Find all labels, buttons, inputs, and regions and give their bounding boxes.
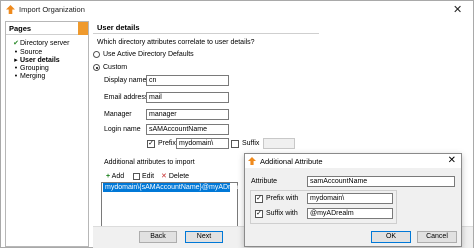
option-custom-label: Custom <box>103 64 128 71</box>
bullet-icon: • <box>14 49 18 56</box>
prefix-with-label: Prefix with <box>266 195 299 202</box>
dialog-title-bar: Additional Attribute ✕ <box>245 154 461 168</box>
pages-title: Pages <box>9 24 32 33</box>
window-title: Import Organization <box>19 5 85 14</box>
cancel-button[interactable]: Cancel <box>417 231 457 243</box>
arrow-icon: ▸ <box>14 57 18 64</box>
nav-label: Grouping <box>20 65 49 72</box>
manager-input[interactable]: manager <box>146 109 229 120</box>
suffix-input[interactable] <box>263 138 295 149</box>
prefix-with-checkbox[interactable]: ✓ <box>255 195 263 203</box>
radio-custom[interactable] <box>93 64 100 71</box>
check-icon: ✔ <box>13 40 19 47</box>
list-item[interactable]: mydomain\{sAMAccountName}@myADrealm <box>103 183 246 192</box>
user-details-header: User details <box>93 21 319 34</box>
attributes-list[interactable]: mydomain\{sAMAccountName}@myADrealm <box>101 182 246 228</box>
close-window-button[interactable]: ✕ <box>453 3 462 16</box>
prefix-checkbox[interactable]: ✓ <box>147 140 155 148</box>
delete-button[interactable]: ✕ Delete <box>161 172 189 181</box>
dialog-body: Attribute samAccountName ✓ Prefix with m… <box>245 168 461 246</box>
nav-item-directory-server[interactable]: ✔Directory server <box>12 40 69 48</box>
email-label: Email address <box>104 94 149 101</box>
edit-button[interactable]: Edit <box>133 172 154 181</box>
suffix-label: Suffix <box>242 140 260 147</box>
prefix-input[interactable]: mydomain\ <box>176 138 229 149</box>
display-name-input[interactable]: cn <box>146 75 229 86</box>
title-bar: Import Organization ✕ <box>1 1 473 17</box>
dialog-app-icon <box>248 157 256 165</box>
add-button[interactable]: + Add <box>106 172 124 181</box>
user-details-title: User details <box>97 23 140 32</box>
nav-item-grouping[interactable]: • Grouping <box>12 65 49 73</box>
additional-attributes-label: Additional attributes to import <box>104 159 195 166</box>
suffix-with-label: Suffix with <box>266 210 298 217</box>
login-label: Login name <box>104 126 141 133</box>
nav-label: User details <box>20 57 60 64</box>
edit-label: Edit <box>141 173 155 180</box>
dialog-close-button[interactable]: ✕ <box>448 155 456 166</box>
nav-item-source[interactable]: • Source <box>12 49 42 57</box>
nav-item-user-details[interactable]: ▸ User details <box>12 57 60 65</box>
suffix-with-input[interactable]: @myADrealm <box>307 208 393 219</box>
nav-label: Merging <box>20 73 46 80</box>
suffix-checkbox[interactable] <box>231 140 239 148</box>
nav-label: Directory server <box>20 40 70 47</box>
bullet-icon: • <box>14 65 18 72</box>
next-button[interactable]: Next <box>185 231 223 243</box>
login-input[interactable]: sAMAccountName <box>146 124 229 135</box>
email-input[interactable]: mail <box>146 92 229 103</box>
panel-accent <box>78 22 88 35</box>
edit-icon <box>133 172 140 180</box>
prefix-label: Prefix <box>158 140 176 147</box>
nav-label: Source <box>20 49 43 56</box>
dialog-title: Additional Attribute <box>260 157 323 166</box>
pages-panel: Pages ✔Directory server • Source ▸ User de… <box>5 21 89 247</box>
bullet-icon: • <box>14 73 18 80</box>
attribute-label: Attribute <box>251 178 278 185</box>
attribute-input[interactable]: samAccountName <box>307 176 455 187</box>
manager-label: Manager <box>104 111 132 118</box>
additional-attribute-dialog: Additional Attribute ✕ Attribute samAcco… <box>244 153 462 247</box>
back-button[interactable]: Back <box>139 231 177 243</box>
delete-label: Delete <box>168 173 190 180</box>
pages-header: Pages <box>6 22 88 35</box>
delete-icon: ✕ <box>161 173 167 180</box>
radio-default[interactable] <box>93 51 100 58</box>
suffix-with-checkbox[interactable]: ✓ <box>255 210 263 218</box>
app-icon <box>6 5 15 14</box>
display-name-label: Display name <box>104 77 147 84</box>
add-label: Add <box>111 173 125 180</box>
question-text: Which directory attributes correlate to … <box>97 39 255 46</box>
add-icon: + <box>106 173 111 180</box>
ok-button[interactable]: OK <box>371 231 411 243</box>
import-organization-window: Import Organization ✕ Pages ✔Directory s… <box>0 0 474 248</box>
option-default-label: Use Active Directory Defaults <box>103 51 194 58</box>
nav-item-merging[interactable]: • Merging <box>12 73 46 81</box>
prefix-with-input[interactable]: mydomain\ <box>307 193 393 204</box>
